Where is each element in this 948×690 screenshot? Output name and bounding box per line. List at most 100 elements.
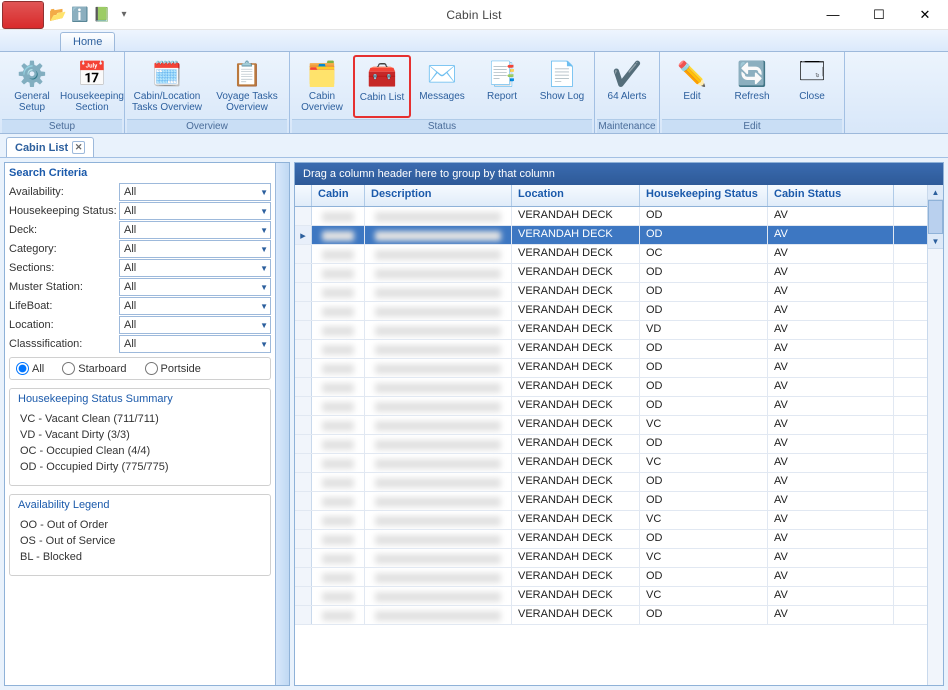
refresh-button[interactable]: 🔄Refresh	[723, 55, 781, 118]
table-row[interactable]: VERANDAH DECKODAV	[295, 530, 927, 549]
col-description[interactable]: Description	[365, 185, 512, 206]
row-indicator	[295, 416, 312, 434]
table-row[interactable]: VERANDAH DECKOCAV	[295, 245, 927, 264]
alerts-button[interactable]: ✔️64 Alerts	[598, 55, 656, 118]
table-row[interactable]: VERANDAH DECKODAV	[295, 378, 927, 397]
messages-button[interactable]: ✉️Messages	[413, 55, 471, 118]
chevron-down-icon: ▼	[260, 321, 268, 330]
cabin-overview-button[interactable]: 🗂️Cabin Overview	[293, 55, 351, 118]
table-row[interactable]: VERANDAH DECKVCAV	[295, 587, 927, 606]
window-title: Cabin List	[0, 8, 948, 22]
col-cabin[interactable]: Cabin	[312, 185, 365, 206]
qat-dropdown-icon[interactable]: ▾	[116, 7, 132, 23]
row-indicator	[295, 454, 312, 472]
table-row[interactable]: VERANDAH DECKVCAV	[295, 416, 927, 435]
filter-combo[interactable]: All▼	[119, 259, 271, 277]
table-row[interactable]: VERANDAH DECKODAV	[295, 340, 927, 359]
cell-location: VERANDAH DECK	[512, 340, 640, 358]
grid-vertical-scrollbar[interactable]: ▲ ▼	[927, 185, 943, 685]
table-row[interactable]: VERANDAH DECKODAV	[295, 435, 927, 454]
table-row[interactable]: VERANDAH DECKODAV	[295, 606, 927, 625]
cell-cabin-status: AV	[768, 321, 894, 339]
availability-legend: Availability Legend OO - Out of OrderOS …	[9, 494, 271, 576]
filter-combo[interactable]: All▼	[119, 183, 271, 201]
filter-combo[interactable]: All▼	[119, 278, 271, 296]
filter-row: Category:All▼	[9, 240, 271, 258]
cell-hk-status: VD	[640, 321, 768, 339]
table-row[interactable]: VERANDAH DECKODAV	[295, 302, 927, 321]
cell-location: VERANDAH DECK	[512, 359, 640, 377]
edit-button[interactable]: ✏️Edit	[663, 55, 721, 118]
cell-hk-status: OD	[640, 283, 768, 301]
table-row[interactable]: VERANDAH DECKODAV	[295, 492, 927, 511]
filter-combo[interactable]: All▼	[119, 297, 271, 315]
filter-row: Availability:All▼	[9, 183, 271, 201]
ribbon-group-status: 🗂️Cabin Overview🧰Cabin List✉️Messages📑Re…	[290, 52, 595, 133]
report-button[interactable]: 📑Report	[473, 55, 531, 118]
cell-cabin	[312, 492, 365, 510]
col-location[interactable]: Location	[512, 185, 640, 206]
side-radio-group: All Starboard Portside	[9, 357, 271, 380]
general-setup-button[interactable]: ⚙️General Setup	[3, 55, 61, 118]
radio-all[interactable]: All	[16, 362, 44, 375]
cell-description	[365, 606, 512, 624]
cell-cabin-status: AV	[768, 606, 894, 624]
refresh-icon: 🔄	[736, 58, 768, 90]
cell-cabin	[312, 511, 365, 529]
close-button[interactable]: 🗔Close	[783, 55, 841, 118]
app-menu-orb[interactable]	[2, 1, 44, 29]
close-window-button[interactable]: ✕	[902, 2, 948, 28]
group-by-bar[interactable]: Drag a column header here to group by th…	[295, 163, 943, 185]
minimize-button[interactable]: —	[810, 2, 856, 28]
scroll-up-icon[interactable]: ▲	[928, 185, 943, 200]
radio-starboard[interactable]: Starboard	[62, 362, 126, 375]
group-label: Maintenance	[597, 119, 657, 133]
housekeeping-section-button[interactable]: 📅Housekeeping Section	[63, 55, 121, 118]
ribbon-group-maintenance: ✔️64 AlertsMaintenance	[595, 52, 660, 133]
close-tab-icon[interactable]: ✕	[72, 141, 85, 154]
scroll-down-icon[interactable]: ▼	[928, 234, 943, 249]
cell-description	[365, 302, 512, 320]
cabin-list-button[interactable]: 🧰Cabin List	[353, 55, 411, 118]
row-indicator	[295, 321, 312, 339]
cell-location: VERANDAH DECK	[512, 321, 640, 339]
table-row[interactable]: VERANDAH DECKVCAV	[295, 549, 927, 568]
cell-cabin-status: AV	[768, 511, 894, 529]
radio-portside[interactable]: Portside	[145, 362, 201, 375]
table-row[interactable]: VERANDAH DECKODAV	[295, 207, 927, 226]
col-hk-status[interactable]: Housekeeping Status	[640, 185, 768, 206]
scroll-thumb[interactable]	[928, 200, 943, 234]
table-row[interactable]: VERANDAH DECKODAV	[295, 397, 927, 416]
info-icon[interactable]: ℹ️	[72, 7, 88, 23]
table-row[interactable]: VERANDAH DECKODAV	[295, 568, 927, 587]
messages-label: Messages	[419, 91, 465, 113]
table-row[interactable]: VERANDAH DECKVDAV	[295, 321, 927, 340]
row-indicator	[295, 207, 312, 225]
cell-location: VERANDAH DECK	[512, 530, 640, 548]
table-row[interactable]: VERANDAH DECKODAV	[295, 359, 927, 378]
filter-combo[interactable]: All▼	[119, 221, 271, 239]
titlebar: 📂 ℹ️ 📗 ▾ Cabin List — ☐ ✕	[0, 0, 948, 30]
table-row[interactable]: VERANDAH DECKODAV	[295, 264, 927, 283]
tab-home[interactable]: Home	[60, 32, 115, 51]
table-row[interactable]: ▸VERANDAH DECKODAV	[295, 226, 927, 245]
panel-collapse-strip[interactable]	[275, 163, 289, 685]
exit-icon[interactable]: 📗	[94, 7, 110, 23]
table-row[interactable]: VERANDAH DECKVCAV	[295, 454, 927, 473]
voyage-tasks-overview-button[interactable]: 📋Voyage Tasks Overview	[208, 55, 286, 118]
filter-combo[interactable]: All▼	[119, 240, 271, 258]
filter-combo[interactable]: All▼	[119, 335, 271, 353]
folder-open-icon[interactable]: 📂	[50, 7, 66, 23]
col-cabin-status[interactable]: Cabin Status	[768, 185, 894, 206]
table-row[interactable]: VERANDAH DECKODAV	[295, 473, 927, 492]
filter-combo[interactable]: All▼	[119, 316, 271, 334]
show-log-button[interactable]: 📄Show Log	[533, 55, 591, 118]
cabin-location-tasks-overview-button[interactable]: 🗓️Cabin/Location Tasks Overview	[128, 55, 206, 118]
doctab-cabin-list[interactable]: Cabin List ✕	[6, 137, 94, 157]
chevron-down-icon: ▼	[260, 188, 268, 197]
maximize-button[interactable]: ☐	[856, 2, 902, 28]
filter-combo[interactable]: All▼	[119, 202, 271, 220]
table-row[interactable]: VERANDAH DECKODAV	[295, 283, 927, 302]
table-row[interactable]: VERANDAH DECKVCAV	[295, 511, 927, 530]
grid-body[interactable]: VERANDAH DECKODAV▸VERANDAH DECKODAVVERAN…	[295, 207, 927, 685]
